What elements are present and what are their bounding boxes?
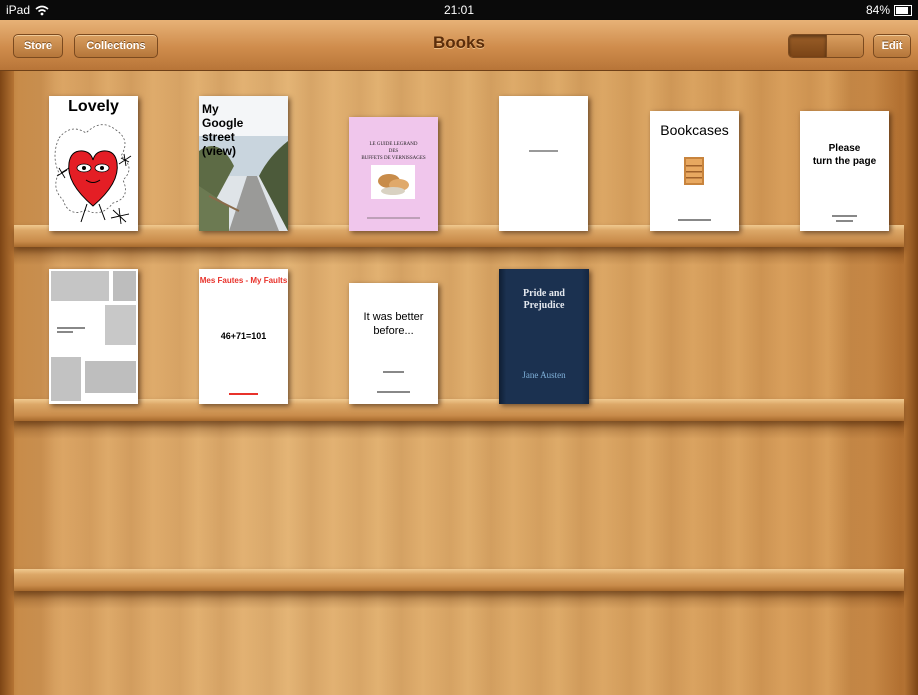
title-line: Pride and [523,288,565,299]
view-mode-switch[interactable] [788,34,864,58]
shelf-shadow [14,247,904,265]
title-line: It was better [363,311,424,323]
grid-view-button[interactable] [789,35,826,57]
book-please-turn-the-page[interactable]: Please turn the page [800,111,889,231]
shelf-shadow [14,591,904,609]
clock: 21:01 [443,3,475,17]
bookcase-icon [684,157,704,185]
title-line [57,331,73,333]
author-line [678,219,711,221]
edition-line [383,371,404,373]
book-lovely[interactable]: Lovely [49,96,138,231]
shelf-side-right [904,71,918,695]
title-line: BUFFETS DE VERNISSAGES [361,156,426,161]
collage-tile [51,271,109,301]
collections-button[interactable]: Collections [74,34,158,58]
book-blank[interactable] [499,96,588,231]
title-line: Google [202,116,244,130]
book-bookcases[interactable]: Bookcases [650,111,739,231]
book-title: Pride and Prejudice [499,288,589,312]
title-line: DES [388,149,399,154]
grid-icon [789,40,826,52]
book-title: My Google street (view) [202,102,243,158]
book-title: Bookcases [660,122,729,138]
book-title: Please turn the page [800,142,889,168]
book-guide-legrand[interactable]: LE GUIDE LEGRAND DES BUFFETS DE VERNISSA… [349,117,438,231]
book-collage[interactable] [49,269,138,404]
battery-percent: 84% [865,3,890,17]
title-line: (view) [202,144,237,158]
collage-tile [113,271,136,301]
book-pride-and-prejudice[interactable]: Pride and Prejudice Jane Austen [499,269,589,404]
status-bar: iPad 21:01 84% [0,0,918,20]
book-title: LE GUIDE LEGRAND DES BUFFETS DE VERNISSA… [349,141,438,162]
title-line: LE GUIDE LEGRAND [369,142,418,147]
book-title: Lovely [68,98,119,115]
title-line: My [202,102,219,116]
collage-tile [105,305,136,345]
title-line [57,327,85,329]
author-line [367,217,420,219]
title-line: Prejudice [523,300,565,311]
collage-tile [51,357,81,401]
shelf-plank [14,399,904,421]
cover-image [371,165,415,199]
book-author: Jane Austen [522,370,566,380]
shelf-plank [14,569,904,591]
list-icon [827,41,864,52]
author-line [832,215,857,217]
author-line [836,220,853,222]
book-title: It was better before... [349,310,438,338]
shelf-shadow [14,421,904,439]
battery-icon [894,4,912,16]
book-title: Mes Fautes - My Faults [199,276,288,285]
collage-tile [85,361,136,393]
title-line [529,150,558,152]
heart-drawing-icon [54,124,132,225]
list-view-button[interactable] [825,35,864,57]
book-mes-fautes[interactable]: Mes Fautes - My Faults 46+71=101 [199,269,288,404]
toolbar: Store Collections Books Edit [0,20,918,71]
author-line [377,391,410,393]
title-line: turn the page [812,156,877,167]
title-line: before... [373,325,414,337]
shelf-plank [14,225,904,247]
shelf-side-left [0,71,14,695]
book-subtitle: 46+71=101 [220,331,267,341]
book-it-was-better-before[interactable]: It was better before... [349,283,438,404]
title-line: Please [828,143,861,154]
store-button[interactable]: Store [13,34,63,58]
edit-button[interactable]: Edit [873,34,911,58]
title-line: street [202,130,235,144]
author-line [229,393,258,395]
book-google-street[interactable]: My Google street (view) [199,96,288,231]
bookshelf: Lovely My Google street (view) LE GUIDE … [0,71,918,695]
pastry-icon [378,174,409,195]
